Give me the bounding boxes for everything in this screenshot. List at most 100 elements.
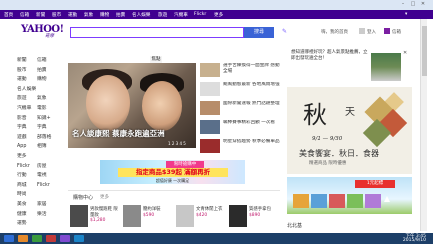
houses-ad[interactable]: 1元起標 bbox=[287, 177, 412, 214]
ad-top-text[interactable]: 想知道哪裡好玩？超人氣景點推薦，立即出發玩遍全台！ bbox=[291, 50, 369, 62]
signin-link[interactable]: 登入 bbox=[367, 29, 376, 35]
news-thumbnail[interactable] bbox=[200, 101, 220, 115]
mail-icon[interactable] bbox=[384, 28, 390, 34]
sidebar-link[interactable]: 拍賣 bbox=[37, 66, 47, 75]
sidebar-link[interactable]: 字典 bbox=[17, 123, 27, 132]
close-icon[interactable]: ✕ bbox=[403, 50, 409, 56]
sidebar-link[interactable]: 新聞 bbox=[17, 56, 27, 65]
sidebar-link[interactable]: 相簿 bbox=[37, 142, 47, 151]
sidebar-link[interactable]: 行動 bbox=[17, 171, 27, 180]
sidebar-link[interactable]: 影音 bbox=[17, 114, 27, 123]
product-name[interactable]: 男款慢跑鞋 限量款 bbox=[90, 207, 122, 218]
nav-item-news[interactable]: 新聞 bbox=[36, 12, 45, 18]
search-input[interactable] bbox=[70, 27, 244, 38]
news-headline[interactable]: 明星穿搭趨勢 秋季必備單品 bbox=[223, 139, 281, 153]
sidebar-link[interactable]: 旅遊 bbox=[17, 94, 27, 103]
taskbar-app-icon[interactable] bbox=[60, 235, 70, 242]
minimize-button[interactable]: – bbox=[400, 2, 406, 7]
sidebar-link[interactable]: 電視 bbox=[37, 171, 47, 180]
sidebar-link[interactable]: 部落格 bbox=[37, 133, 51, 142]
close-button[interactable]: ✕ bbox=[420, 2, 426, 7]
sidebar-link[interactable]: 知識+ bbox=[37, 114, 51, 123]
ad-top[interactable]: 想知道哪裡好玩？超人氣景點推薦，立即出發玩遍全台！ ✕ bbox=[291, 50, 410, 85]
sidebar-link[interactable]: 字典 bbox=[37, 123, 47, 132]
news-item[interactable]: 職棒賽事精彩回顧 一次看 bbox=[200, 120, 280, 134]
nav-item-travel[interactable]: 旅遊 bbox=[158, 12, 167, 18]
news-thumbnail[interactable] bbox=[200, 139, 220, 153]
sidebar-link[interactable]: 更多 bbox=[17, 152, 27, 161]
product-info[interactable]: 簡約洋裝 $590 bbox=[143, 207, 175, 218]
nav-dropdown-icon[interactable]: ▾ bbox=[405, 12, 407, 17]
taskbar-app-icon[interactable] bbox=[4, 235, 14, 242]
sidebar-link[interactable]: Flickr bbox=[17, 162, 30, 171]
user-greeting[interactable]: 嗨，我的首頁 bbox=[321, 29, 348, 35]
nav-item-flickr[interactable]: Flickr bbox=[194, 12, 206, 17]
news-thumbnail[interactable] bbox=[200, 120, 220, 134]
news-item[interactable]: 颱風動態最新 各地風雨增強 bbox=[200, 82, 280, 96]
nav-item-mail[interactable]: 信箱 bbox=[20, 12, 29, 18]
nav-item-more[interactable]: 更多 bbox=[214, 12, 223, 18]
product-info[interactable]: 男款慢跑鞋 限量款 $1,280 bbox=[90, 207, 122, 224]
news-headline[interactable]: 職棒賽事精彩回顧 一次看 bbox=[223, 120, 281, 134]
product-info[interactable]: 文青休閒上衣 $420 bbox=[196, 207, 228, 218]
sidebar-link[interactable]: 購物 bbox=[37, 75, 47, 84]
sidebar-link[interactable]: 美食 bbox=[17, 200, 27, 209]
sidebar-link[interactable]: 信箱 bbox=[37, 56, 47, 65]
nav-item-stock[interactable]: 股市 bbox=[52, 12, 61, 18]
news-headline[interactable]: 颱風動態最新 各地風雨增強 bbox=[223, 82, 281, 96]
nav-item-weather[interactable]: 氣象 bbox=[84, 12, 93, 18]
sidebar-link[interactable]: Flickr bbox=[37, 181, 50, 190]
nav-item-shopping[interactable]: 購物 bbox=[100, 12, 109, 18]
sidebar-link[interactable]: 名人娛樂 bbox=[17, 85, 36, 94]
sidebar-link[interactable]: 房屋 bbox=[37, 162, 47, 171]
news-thumbnail[interactable] bbox=[200, 63, 220, 77]
ad-top-image[interactable] bbox=[371, 53, 401, 81]
avatar[interactable] bbox=[359, 28, 365, 34]
news-headline[interactable]: 國際新聞速報 熱門話題整理 bbox=[223, 101, 281, 115]
news-thumbnail[interactable] bbox=[200, 82, 220, 96]
news-item[interactable]: 明星穿搭趨勢 秋季必備單品 bbox=[200, 139, 280, 153]
shopping-more-link[interactable]: 更多 bbox=[100, 194, 109, 200]
news-headline[interactable]: 選手苦練換得一面金牌 感動全場 bbox=[223, 63, 281, 77]
promo-banner[interactable]: 限時搶購中 指定商品$39起 滿額再折 超值好康 一次購足 bbox=[100, 160, 245, 184]
sidebar-link[interactable]: 健康 bbox=[17, 210, 27, 219]
pencil-icon[interactable]: ✎ bbox=[282, 29, 288, 35]
mail-label[interactable]: 信箱 bbox=[392, 29, 401, 35]
region-label[interactable]: 北北基 bbox=[287, 222, 302, 229]
sidebar-link[interactable]: 股市 bbox=[17, 66, 27, 75]
nav-item-celebrity[interactable]: 名人娛樂 bbox=[132, 12, 150, 18]
hero-caption[interactable]: 名人談康熙 蔡康永跑遍亞洲 bbox=[72, 128, 196, 139]
product-image[interactable] bbox=[229, 205, 247, 227]
product-image[interactable] bbox=[176, 205, 194, 227]
sidebar-link[interactable]: 汽機車 bbox=[17, 104, 31, 113]
tab-focus[interactable]: 焦點 bbox=[150, 56, 162, 63]
taskbar-app-icon[interactable] bbox=[32, 235, 42, 242]
product-info[interactable]: 質感手拿包 $890 bbox=[249, 207, 281, 218]
taskbar-app-icon[interactable] bbox=[46, 235, 56, 242]
system-clock[interactable]: 下午 3:45 2015/9/10 bbox=[386, 235, 426, 242]
shopping-label[interactable]: 購物中心 bbox=[73, 194, 93, 201]
product-image[interactable] bbox=[70, 205, 88, 227]
news-item[interactable]: 選手苦練換得一面金牌 感動全場 bbox=[200, 63, 280, 77]
autumn-ad[interactable]: 秋 天 9/1 — 9/30 美食饗宴．秋日．食器 精選商品 限時優惠 bbox=[287, 87, 412, 174]
news-item[interactable]: 國際新聞速報 熱門話題整理 bbox=[200, 101, 280, 115]
sidebar-link[interactable]: 商城 bbox=[17, 181, 27, 190]
sidebar-link[interactable]: 運勢 bbox=[17, 219, 27, 228]
sidebar-link[interactable]: 時尚 bbox=[17, 190, 27, 199]
taskbar-app-icon[interactable] bbox=[18, 235, 28, 242]
sidebar-link[interactable]: 家居 bbox=[37, 200, 47, 209]
sidebar-link[interactable]: App bbox=[17, 142, 26, 151]
nav-item-auction[interactable]: 拍賣 bbox=[116, 12, 125, 18]
scrollbar[interactable] bbox=[420, 19, 427, 231]
hero-image[interactable]: 名人談康熙 蔡康永跑遍亞洲 1 2 3 4 5 bbox=[68, 63, 196, 148]
product-image[interactable] bbox=[123, 205, 141, 227]
search-button[interactable]: 搜尋 bbox=[244, 27, 274, 38]
sidebar-link[interactable]: 氣象 bbox=[37, 94, 47, 103]
maximize-button[interactable]: □ bbox=[410, 2, 416, 7]
sidebar-link[interactable]: 運動 bbox=[17, 75, 27, 84]
nav-item-auto[interactable]: 汽機車 bbox=[174, 12, 188, 18]
sidebar-link[interactable]: 樂活 bbox=[37, 210, 47, 219]
scrollbar-thumb[interactable] bbox=[422, 26, 427, 76]
nav-item-sports[interactable]: 運動 bbox=[68, 12, 77, 18]
nav-item-home[interactable]: 首頁 bbox=[4, 12, 13, 18]
